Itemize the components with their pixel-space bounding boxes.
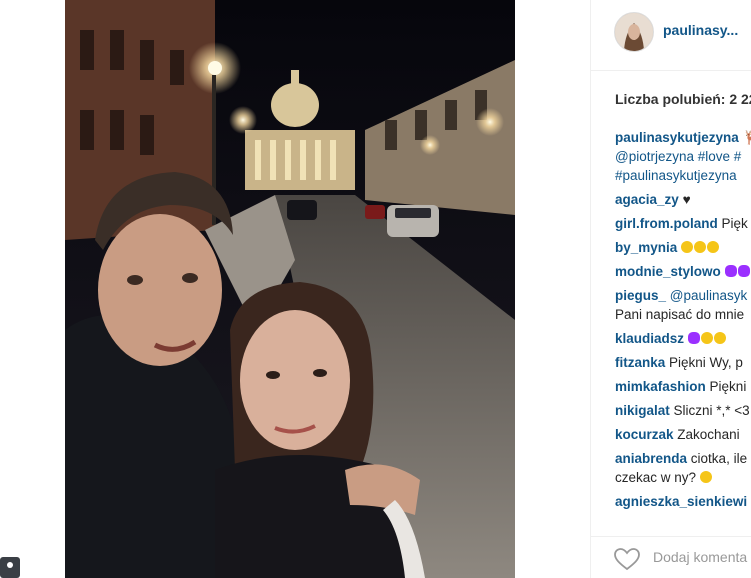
emoji-tongue-icon (699, 470, 713, 485)
post-username[interactable]: paulinasy... (663, 22, 738, 38)
comment-username[interactable]: aniabrenda (615, 451, 687, 466)
comment-mention[interactable]: @paulinasyk (670, 288, 748, 303)
comment-username[interactable]: klaudiadsz (615, 331, 684, 346)
comment-item: piegus_ @paulinasyk Pani napisać do mnie (615, 286, 751, 324)
comment-item: mimkafashion Piękni (615, 377, 751, 396)
add-comment-input[interactable]: Dodaj komenta (653, 549, 747, 565)
comment-text: Pani napisać do mnie (615, 307, 745, 322)
camera-icon[interactable] (0, 557, 20, 578)
emoji-purple-heart-icon (724, 264, 751, 279)
comment-text: Pięk (721, 216, 748, 231)
comment-username[interactable]: mimkafashion (615, 379, 706, 394)
comment-username[interactable]: nikigalat (615, 403, 670, 418)
comment-item: agacia_zy ♥ (615, 190, 751, 209)
comment-username[interactable]: fitzanka (615, 355, 665, 370)
comment-username[interactable]: girl.from.poland (615, 216, 718, 231)
comment-text: Piękni Wy, p (669, 355, 743, 370)
comment-text: Sliczni *,* <3 (673, 403, 750, 418)
left-gutter (0, 0, 65, 578)
emoji-heart-eyes-icon (681, 240, 720, 255)
caption-line-2[interactable]: @piotrjezyna #love # (615, 149, 741, 164)
comment-username[interactable]: agnieszka_sienkiewi (615, 494, 747, 509)
likes-count[interactable]: Liczba polubień: 2 22 (615, 91, 751, 107)
caption-username[interactable]: paulinasykutjezyna (615, 130, 739, 145)
comment-item: by_mynia (615, 238, 751, 257)
caption-line-3[interactable]: #paulinasykutjezyna (615, 168, 737, 183)
photo-scene (65, 0, 515, 578)
comment-item: kocurzak Zakochani (615, 425, 751, 444)
emoji-mixed-icon (687, 331, 727, 346)
comment-item: agnieszka_sienkiewi (615, 492, 751, 511)
comment-item: klaudiadsz (615, 329, 751, 348)
caption: paulinasykutjezyna 🦌 @piotrjezyna #love … (615, 128, 751, 185)
post-footer: Dodaj komenta (591, 536, 751, 578)
comment-text: Zakochani (677, 427, 740, 442)
comment-username[interactable]: piegus_ (615, 288, 666, 303)
comment-text: Piękni (709, 379, 747, 394)
comment-text: ciotka, ile (690, 451, 748, 466)
comment-username[interactable]: kocurzak (615, 427, 674, 442)
post-photo[interactable] (65, 0, 515, 578)
comment-item: fitzanka Piękni Wy, p (615, 353, 751, 372)
comments-list: paulinasykutjezyna 🦌 @piotrjezyna #love … (615, 128, 751, 516)
like-heart-icon[interactable] (613, 547, 641, 571)
comment-username[interactable]: by_mynia (615, 240, 677, 255)
comment-username[interactable]: modnie_stylowo (615, 264, 721, 279)
comment-item: modnie_stylowo (615, 262, 751, 281)
comment-username[interactable]: agacia_zy (615, 192, 679, 207)
comment-item: aniabrenda ciotka, ile czekac w ny? (615, 449, 751, 487)
comment-item: nikigalat Sliczni *,* <3 (615, 401, 751, 420)
page-gap (515, 0, 590, 578)
avatar[interactable] (614, 12, 654, 52)
post-header: paulinasy... (591, 0, 751, 71)
comment-text: ♥ (682, 192, 691, 207)
post-sidebar: paulinasy... Liczba polubień: 2 22 pauli… (590, 0, 751, 578)
avatar-image (615, 13, 653, 51)
caption-emoji: 🦌 (743, 130, 751, 145)
comment-text-line-2: czekac w ny? (615, 470, 697, 485)
comment-item: girl.from.poland Pięk (615, 214, 751, 233)
